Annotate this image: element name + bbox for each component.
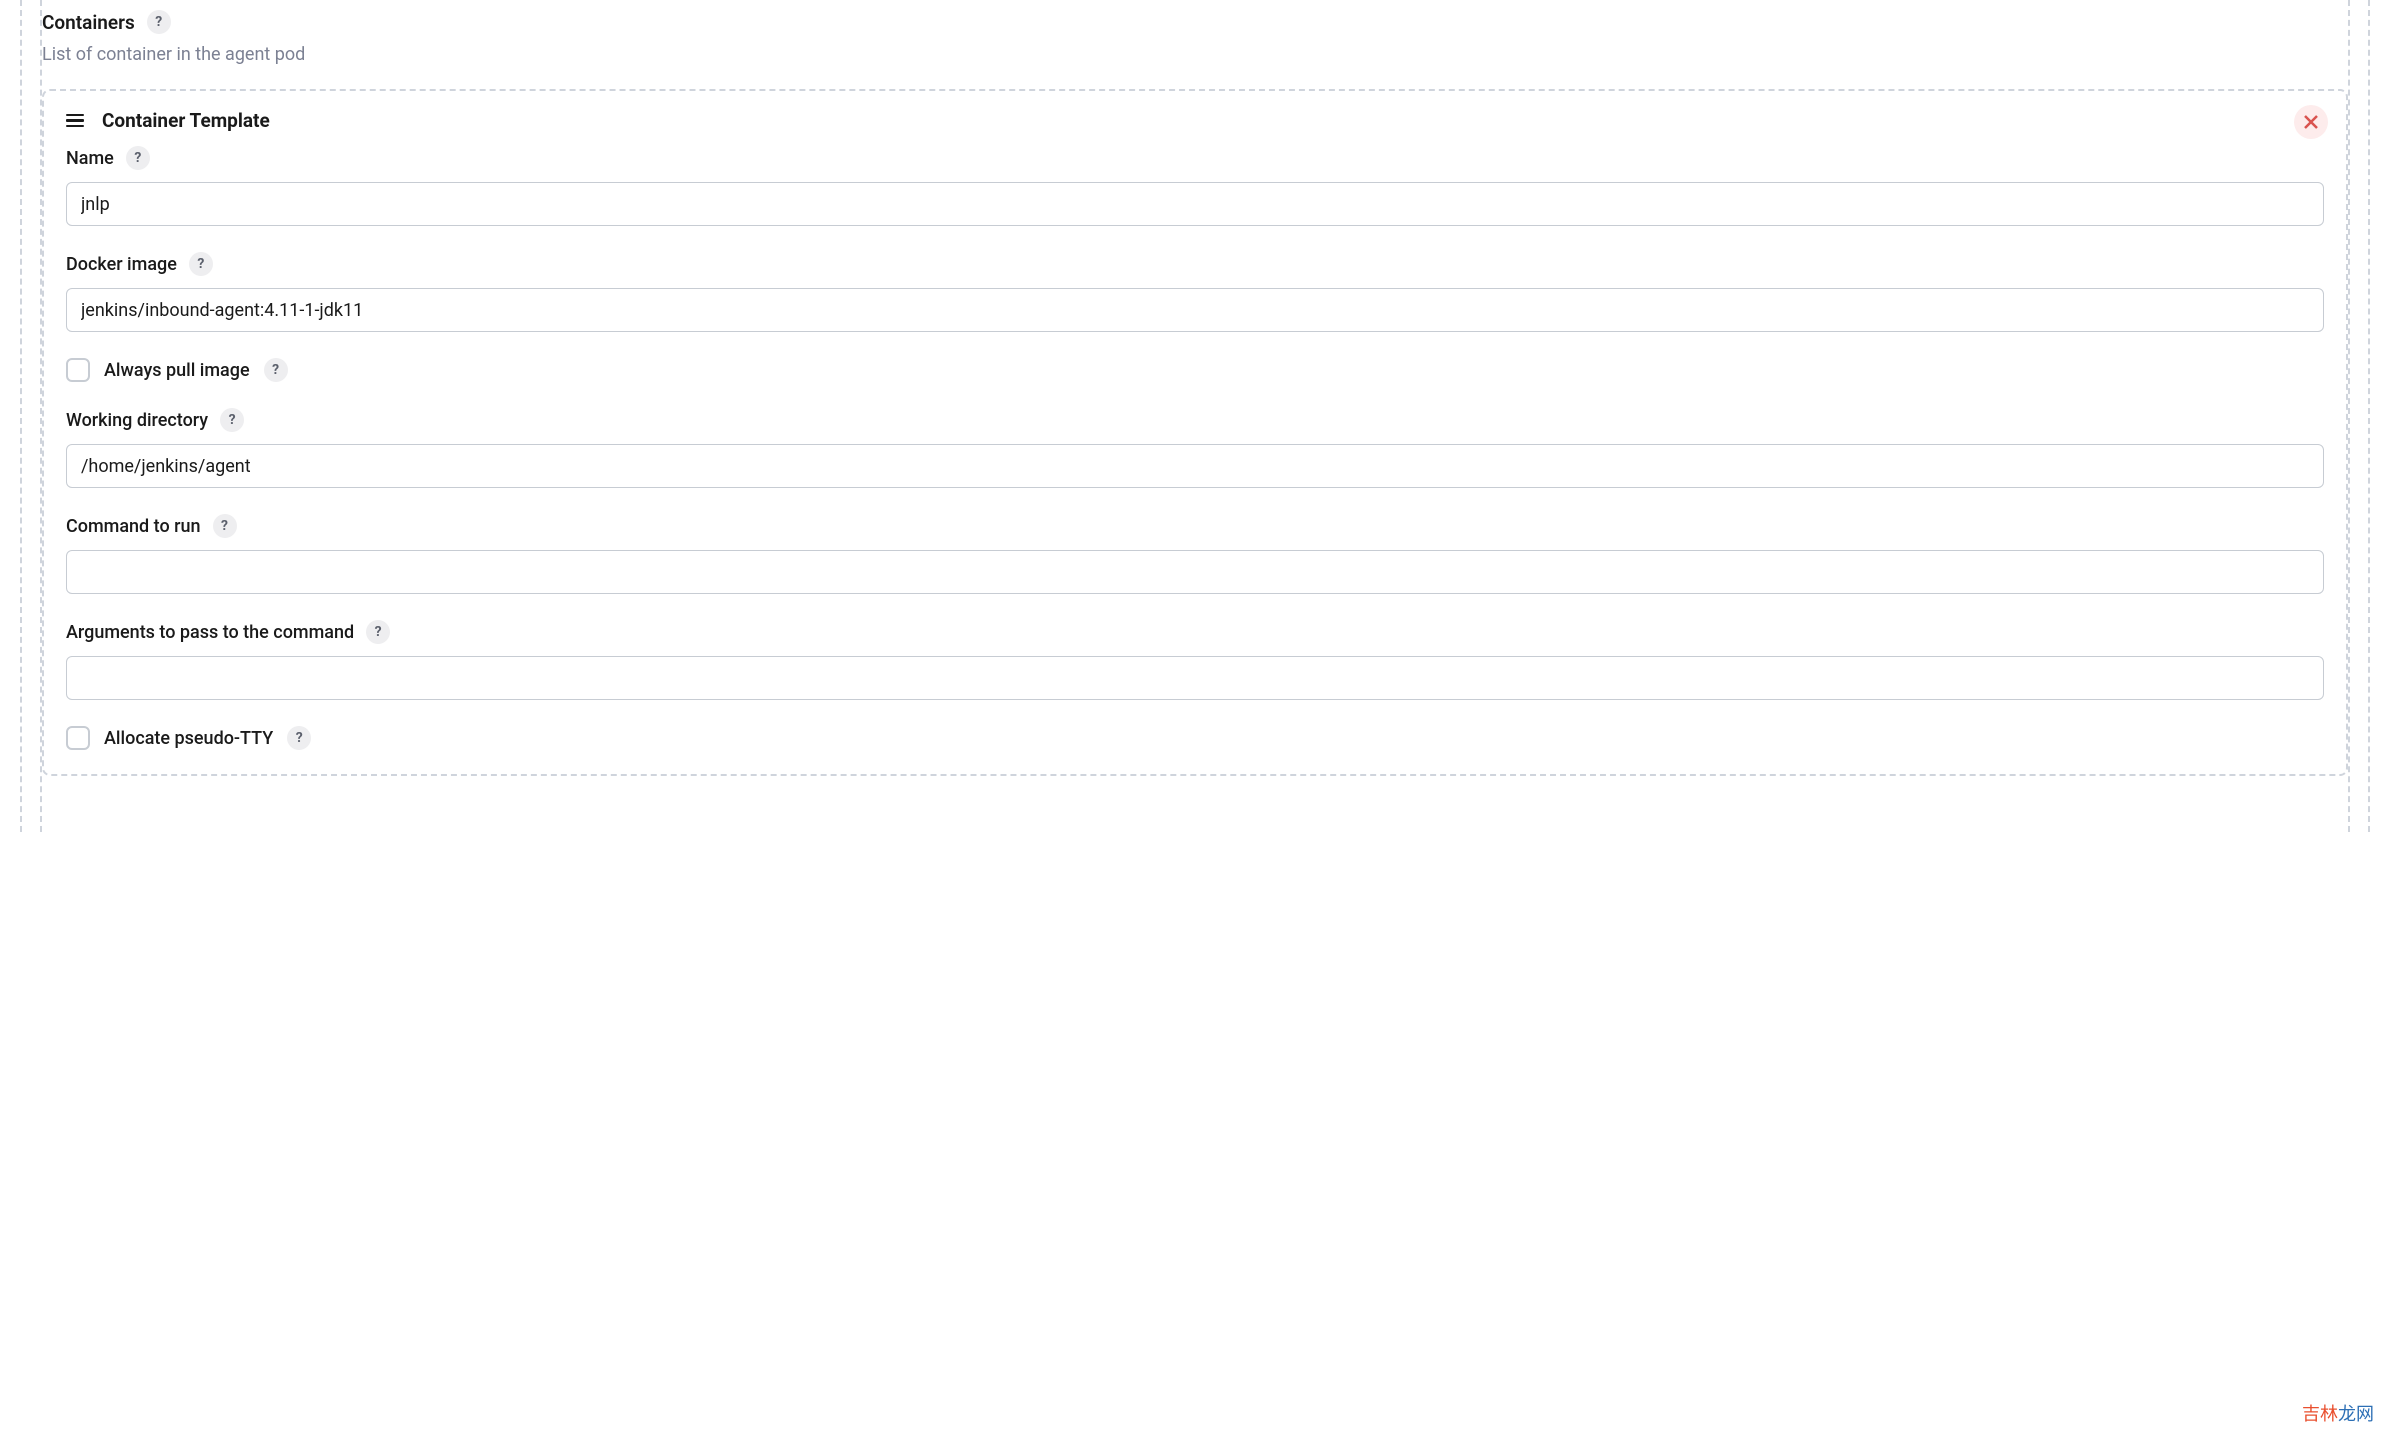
allocate-tty-checkbox[interactable] xyxy=(66,726,90,750)
field-group-name: Name ? xyxy=(66,146,2324,226)
command-input[interactable] xyxy=(66,550,2324,594)
field-group-docker-image: Docker image ? xyxy=(66,252,2324,332)
command-label: Command to run xyxy=(66,516,201,537)
working-directory-label: Working directory xyxy=(66,410,208,431)
field-group-command: Command to run ? xyxy=(66,514,2324,594)
drag-handle-icon[interactable] xyxy=(66,111,84,131)
help-icon[interactable]: ? xyxy=(366,620,390,644)
always-pull-checkbox[interactable] xyxy=(66,358,90,382)
watermark: 吉林龙网 xyxy=(2302,1400,2374,1426)
allocate-tty-row: Allocate pseudo-TTY ? xyxy=(66,726,2324,750)
help-icon[interactable]: ? xyxy=(213,514,237,538)
allocate-tty-label: Allocate pseudo-TTY xyxy=(104,728,273,749)
help-icon[interactable]: ? xyxy=(189,252,213,276)
name-input[interactable] xyxy=(66,182,2324,226)
docker-image-label: Docker image xyxy=(66,254,177,275)
working-directory-input[interactable] xyxy=(66,444,2324,488)
containers-section-title: Containers xyxy=(42,11,135,34)
field-group-working-directory: Working directory ? xyxy=(66,408,2324,488)
containers-section-subtitle: List of container in the agent pod xyxy=(42,44,2348,65)
help-icon[interactable]: ? xyxy=(264,358,288,382)
help-icon[interactable]: ? xyxy=(126,146,150,170)
name-label: Name xyxy=(66,148,114,169)
container-template-title: Container Template xyxy=(102,109,270,132)
always-pull-row: Always pull image ? xyxy=(66,358,2324,382)
help-icon[interactable]: ? xyxy=(287,726,311,750)
arguments-input[interactable] xyxy=(66,656,2324,700)
containers-section-header: Containers ? List of container in the ag… xyxy=(42,0,2348,89)
field-group-arguments: Arguments to pass to the command ? xyxy=(66,620,2324,700)
help-icon[interactable]: ? xyxy=(220,408,244,432)
docker-image-input[interactable] xyxy=(66,288,2324,332)
always-pull-label: Always pull image xyxy=(104,360,250,381)
remove-container-button[interactable] xyxy=(2294,105,2328,139)
container-template-box: Container Template Name ? Docker i xyxy=(42,89,2348,776)
arguments-label: Arguments to pass to the command xyxy=(66,622,354,643)
help-icon[interactable]: ? xyxy=(147,10,171,34)
